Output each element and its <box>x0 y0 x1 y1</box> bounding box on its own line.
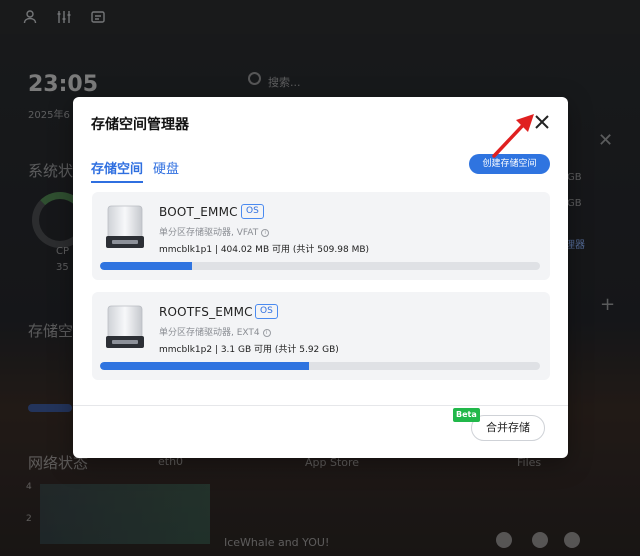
annotation-arrow-icon <box>492 114 534 158</box>
beta-badge: Beta <box>453 408 480 422</box>
dialog-title: 存储空间管理器 <box>91 117 189 133</box>
drive-icon <box>106 305 144 348</box>
volume-card-boot[interactable]: BOOT_EMMC OS 单分区存储驱动器, VFAT i mmcblk1p1 |… <box>92 192 550 280</box>
volume-progress-bar <box>100 262 540 270</box>
volume-progress-fill <box>100 362 310 370</box>
volume-progress-fill <box>100 262 192 270</box>
os-badge: OS <box>241 204 264 219</box>
volume-card-rootfs[interactable]: ROOTFS_EMMC OS 单分区存储驱动器, EXT4 i mmcblk1p2… <box>92 292 550 380</box>
volume-type: 单分区存储驱动器, VFAT i <box>159 225 270 238</box>
os-badge: OS <box>255 304 278 319</box>
volume-name: BOOT_EMMC <box>159 205 238 219</box>
drive-icon <box>106 205 144 248</box>
tab-disk[interactable]: 硬盘 <box>153 158 179 177</box>
volume-usage: mmcblk1p2 | 3.1 GB 可用 (共计 5.92 GB) <box>159 345 339 355</box>
volume-type: 单分区存储驱动器, EXT4 i <box>159 325 271 338</box>
volume-progress-bar <box>100 362 540 370</box>
tab-storage-space[interactable]: 存储空间 <box>91 158 144 183</box>
volume-type-text: 单分区存储驱动器, VFAT <box>159 228 259 238</box>
volume-type-text: 单分区存储驱动器, EXT4 <box>159 328 260 338</box>
dialog-divider <box>73 405 568 406</box>
info-icon[interactable]: i <box>262 329 271 337</box>
merge-storage-button[interactable]: 合并存储 <box>471 415 545 441</box>
info-icon[interactable]: i <box>261 229 270 237</box>
volume-name: ROOTFS_EMMC <box>159 305 253 319</box>
volume-usage: mmcblk1p1 | 404.02 MB 可用 (共计 509.98 MB) <box>159 245 370 255</box>
